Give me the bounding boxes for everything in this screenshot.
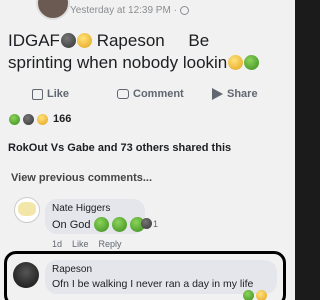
emoji-reaction-icon [9,113,20,125]
emoji-icon [228,55,244,70]
reactions-summary[interactable]: 166 [8,113,71,125]
post-text-be: Be [188,31,210,50]
globe-icon [179,6,189,15]
comment-reaction-badge[interactable] [242,290,267,300]
shares-summary[interactable]: RokOut Vs Gabe and 73 others shared this [8,142,231,154]
post-text: IDGAF Rapeson Be sprinting when nobody l… [8,30,292,74]
view-previous-comments-link[interactable]: View previous comments... [11,172,152,184]
commenter-avatar[interactable] [14,197,40,223]
comment-label: Comment [133,88,184,100]
comment-text-content: On God [52,218,91,231]
emoji-icon [76,33,92,48]
commenter-name[interactable]: Nate Higgers [52,203,110,214]
comment-reaction-badge[interactable]: 1 [140,218,158,229]
comment-icon [117,89,129,99]
post-timestamp[interactable]: Yesterday at 12:39 PM · [70,5,189,16]
comment-reaction-count: 1 [153,218,159,229]
action-bar: Like Comment Share [0,83,295,105]
emoji-icon [244,55,260,70]
emoji-reaction-icon [23,113,34,125]
emoji-reaction-icon [141,218,152,229]
poster-avatar[interactable] [36,0,70,20]
comment-like-link[interactable]: Like [72,239,89,249]
emoji-reaction-icon [37,113,48,125]
comment-reply-link[interactable]: Reply [99,239,122,249]
post-time-text: Yesterday at 12:39 PM · [70,5,177,16]
commenter-name[interactable]: Rapeson [52,264,92,275]
share-arrow-icon [212,88,223,100]
commenter-avatar[interactable] [13,262,39,288]
post-text-idgaf: IDGAF [8,31,60,50]
emoji-reaction-icon [243,290,254,300]
like-button[interactable]: Like [32,88,69,100]
reaction-count: 166 [53,113,72,125]
emoji-reaction-icon [256,290,267,300]
post-text-line2: sprinting when nobody lookin [8,53,228,72]
emoji-icon [93,217,109,232]
post-text-name: Rapeson [96,31,165,50]
like-label: Like [47,88,70,100]
comment-button[interactable]: Comment [117,88,184,100]
post-card: Yesterday at 12:39 PM · IDGAF Rapeson Be… [0,0,295,300]
comment-time: 1d [52,239,63,249]
emoji-icon [60,33,76,48]
comment-text: Ofn I be walking I never ran a day in my… [52,278,254,290]
comment-meta: 1d Like Reply [52,239,122,249]
emoji-icon [111,217,127,232]
share-button[interactable]: Share [212,88,258,100]
comment-text: On God [52,217,145,232]
share-label: Share [227,88,258,100]
thumbs-up-icon [32,88,43,100]
